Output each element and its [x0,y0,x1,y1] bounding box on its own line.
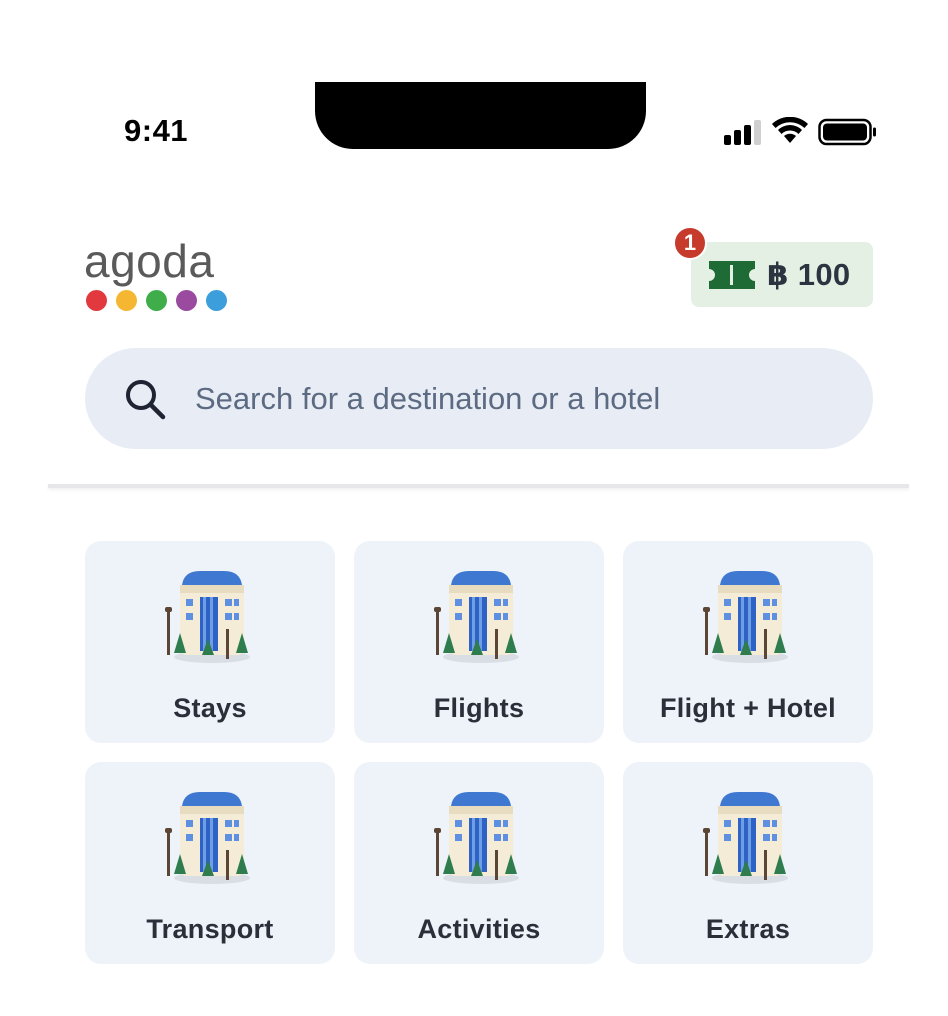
logo-dot [116,290,137,311]
category-extras[interactable]: Extras [623,762,873,964]
category-stays[interactable]: Stays [85,541,335,743]
logo-dots [86,290,227,311]
logo-dot [206,290,227,311]
category-activities[interactable]: Activities [354,762,604,964]
reward-amount: ฿ 100 [767,256,851,292]
hotel-building-icon [434,571,519,663]
signal-icon [724,120,761,145]
category-label: Activities [417,914,541,944]
hotel-building-icon [165,792,250,884]
category-grid: Stays Flights Flight + Hotel Transport A… [85,541,873,964]
category-transport[interactable]: Transport [85,762,335,964]
agoda-logo[interactable]: agoda [84,236,244,316]
reward-chip[interactable]: ฿ 100 [691,242,873,307]
ticket-icon [709,260,755,289]
category-label: Extras [705,914,791,944]
category-label: Stays [173,693,247,723]
hotel-building-icon [703,792,788,884]
logo-dot [176,290,197,311]
category-flights[interactable]: Flights [354,541,604,743]
status-time: 9:41 [124,113,189,148]
logo-dot [86,290,107,311]
battery-icon [818,118,876,146]
category-flight-hotel[interactable]: Flight + Hotel [623,541,873,743]
logo-wordmark: agoda [84,235,215,287]
category-label: Flight + Hotel [660,693,836,723]
search-icon [126,379,166,419]
search-input[interactable] [195,380,815,417]
notification-badge: 1 [673,226,707,260]
device-notch [315,82,646,149]
header-divider [48,484,909,488]
hotel-building-icon [165,571,250,663]
search-bar[interactable] [85,348,873,449]
category-label: Flights [433,693,525,723]
status-bar: 9:41 [0,0,948,190]
hotel-building-icon [434,792,519,884]
logo-dot [146,290,167,311]
wifi-icon [772,117,808,143]
hotel-building-icon [703,571,788,663]
category-label: Transport [146,914,274,944]
